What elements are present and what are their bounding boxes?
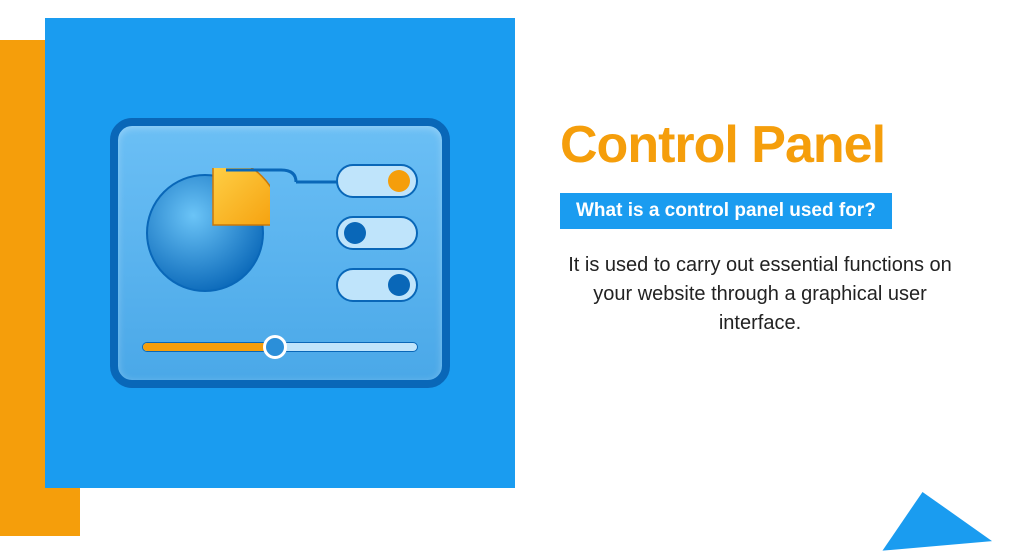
text-content: Control Panel What is a control panel us…: [560, 115, 990, 338]
toggle-group: [336, 164, 418, 302]
slider-thumb-icon: [263, 335, 287, 359]
page-title: Control Panel: [560, 115, 990, 175]
toggle-switch-2: [336, 216, 418, 250]
toggle-switch-1: [336, 164, 418, 198]
slider-track: [142, 342, 418, 352]
toggle-knob-icon: [344, 222, 366, 244]
slider-fill: [143, 343, 275, 351]
connector-line-icon: [226, 166, 346, 196]
toggle-knob-icon: [388, 170, 410, 192]
subtitle-badge: What is a control panel used for?: [560, 193, 892, 229]
control-panel-screen: [110, 118, 450, 388]
body-paragraph: It is used to carry out essential functi…: [560, 251, 960, 338]
toggle-switch-3: [336, 268, 418, 302]
illustration-panel: [45, 18, 515, 488]
toggle-knob-icon: [388, 274, 410, 296]
corner-triangle-icon: [878, 486, 992, 550]
